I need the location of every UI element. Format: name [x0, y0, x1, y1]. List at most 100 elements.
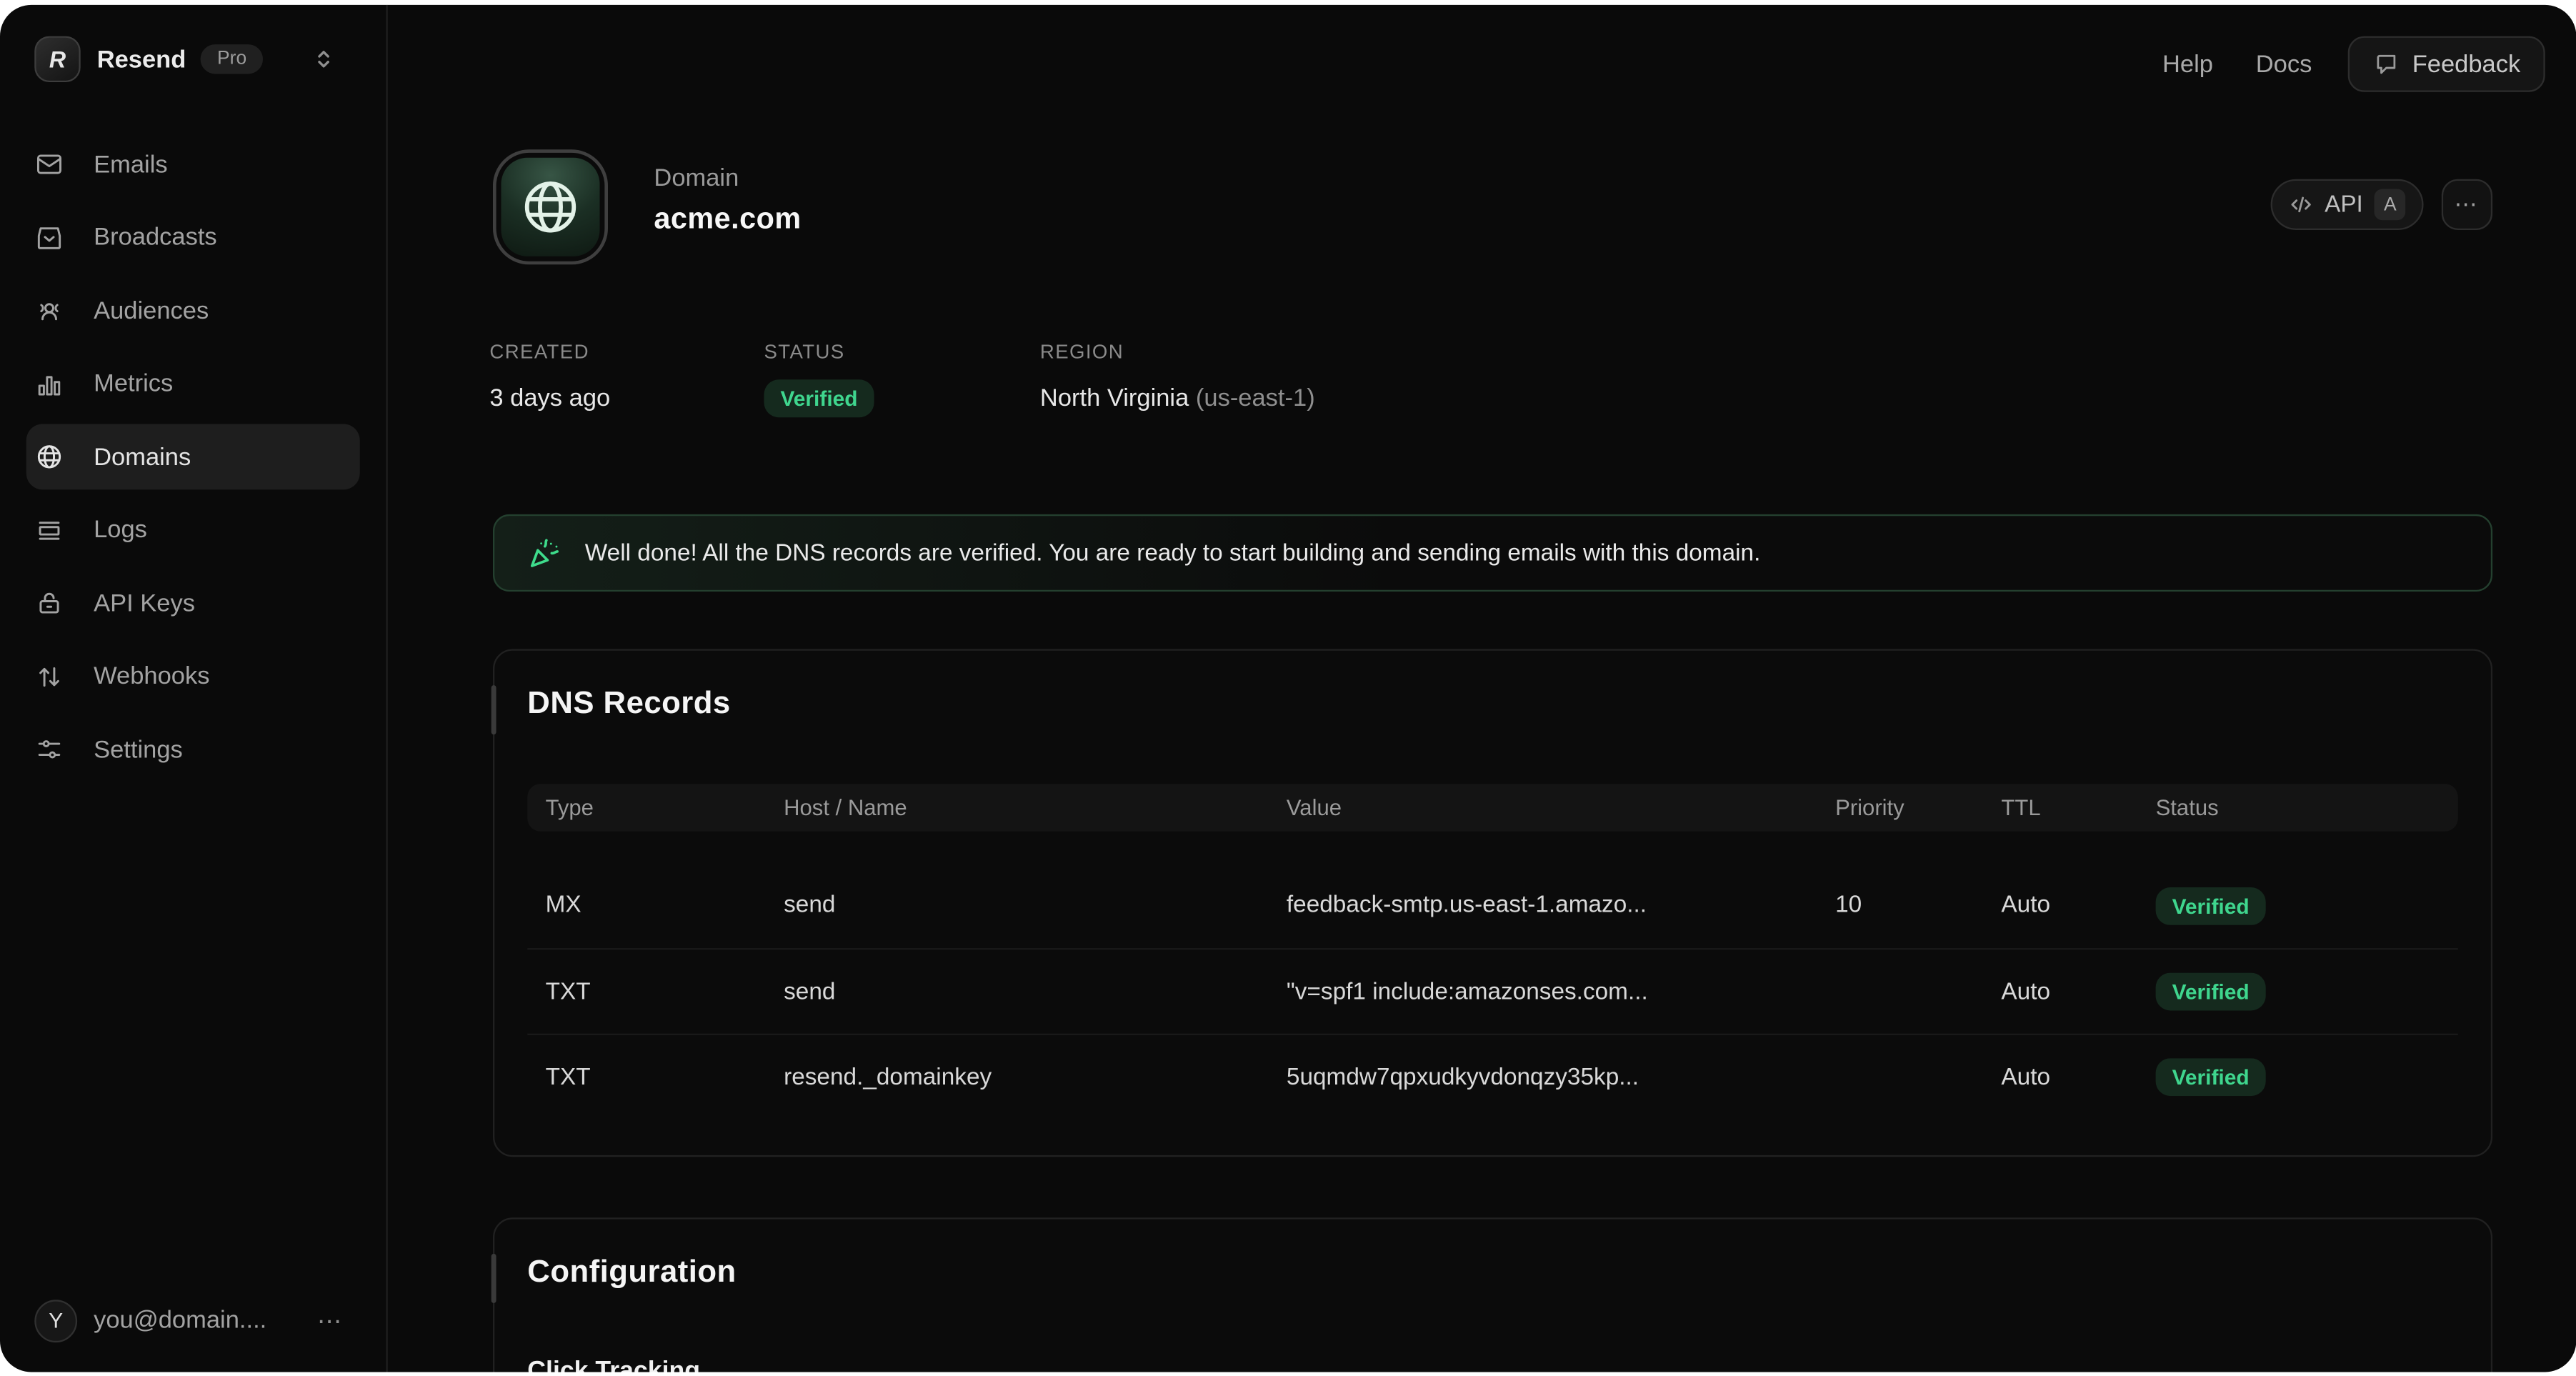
- status-badge: Verified: [2156, 1058, 2266, 1096]
- banner-message: Well done! All the DNS records are verif…: [585, 540, 1761, 567]
- domain-label: Domain: [654, 164, 739, 192]
- arrows-up-down-icon: [34, 662, 64, 691]
- region-code: (us-east-1): [1196, 384, 1315, 412]
- broadcast-inbox-icon: [34, 223, 64, 252]
- verification-success-banner: Well done! All the DNS records are verif…: [493, 514, 2492, 592]
- sidebar-nav: Emails Broadcasts Audiences Metrics Doma…: [26, 131, 360, 789]
- cell-type: TXT: [527, 979, 765, 1005]
- created-label: CREATED: [489, 340, 589, 363]
- bar-chart-icon: [34, 369, 64, 398]
- column-header-value: Value: [1269, 795, 1817, 820]
- api-button[interactable]: API A: [2271, 179, 2424, 230]
- table-row[interactable]: TXT send "v=spf1 include:amazonses.com..…: [527, 948, 2458, 1034]
- configuration-title: Configuration: [527, 1255, 736, 1292]
- cell-status: Verified: [2137, 973, 2458, 1011]
- cell-status: Verified: [2137, 887, 2458, 924]
- sidebar-item-label: Audiences: [94, 296, 209, 324]
- cell-host: send: [766, 979, 1269, 1005]
- table-header-row: Type Host / Name Value Priority TTL Stat…: [527, 784, 2458, 832]
- chevron-up-down-icon[interactable]: [311, 46, 337, 72]
- more-options-button[interactable]: ⋯: [2442, 179, 2492, 230]
- column-header-priority: Priority: [1817, 795, 1983, 820]
- column-header-status: Status: [2137, 795, 2458, 820]
- stage: R Resend Pro Emails Broadcasts A: [0, 0, 2576, 1376]
- configuration-card: Configuration Click Tracking: [493, 1217, 2492, 1372]
- sidebar-item-label: Webhooks: [94, 662, 209, 690]
- globe-icon: [519, 176, 581, 238]
- sidebar-item-label: API Keys: [94, 589, 195, 617]
- region-value: North Virginia (us-east-1): [1040, 384, 1315, 412]
- sidebar-item-broadcasts[interactable]: Broadcasts: [26, 204, 360, 270]
- cell-ttl: Auto: [1983, 979, 2137, 1005]
- mail-icon: [34, 149, 64, 179]
- status-badge: Verified: [764, 379, 874, 417]
- help-link[interactable]: Help: [2162, 50, 2213, 78]
- globe-icon: [34, 442, 64, 472]
- sliders-icon: [34, 734, 64, 764]
- user-account-row[interactable]: Y you@domain.... ⋯: [34, 1298, 359, 1342]
- brand-name: Resend: [97, 45, 186, 73]
- sidebar-item-label: Metrics: [94, 370, 173, 398]
- sidebar-item-emails[interactable]: Emails: [26, 131, 360, 197]
- workspace-switcher[interactable]: R Resend Pro: [34, 34, 363, 84]
- lock-icon: [34, 588, 64, 617]
- section-accent-bar: [491, 685, 496, 734]
- status-label: STATUS: [764, 340, 845, 363]
- plan-badge: Pro: [201, 44, 263, 74]
- ellipsis-icon: ⋯: [2455, 191, 2480, 219]
- status-badge: Verified: [2156, 887, 2266, 924]
- cell-host: resend._domainkey: [766, 1064, 1269, 1090]
- cell-host: send: [766, 892, 1269, 919]
- region-label: REGION: [1040, 340, 1124, 363]
- status-badge: Verified: [2156, 973, 2266, 1011]
- sidebar-item-label: Broadcasts: [94, 224, 217, 251]
- sidebar-item-audiences[interactable]: Audiences: [26, 278, 360, 344]
- users-icon: [34, 296, 64, 325]
- confetti-icon: [527, 536, 561, 570]
- cell-value: 5uqmdw7qpxudkyvdonqzy35kp...: [1269, 1064, 1817, 1090]
- docs-link[interactable]: Docs: [2256, 50, 2312, 78]
- column-header-ttl: TTL: [1983, 795, 2137, 820]
- feedback-button[interactable]: Feedback: [2348, 36, 2545, 92]
- column-header-type: Type: [527, 795, 765, 820]
- sidebar-item-settings[interactable]: Settings: [26, 717, 360, 782]
- sidebar-item-label: Domains: [94, 443, 191, 471]
- top-header: Help Docs Feedback: [2120, 36, 2545, 92]
- sidebar-item-webhooks[interactable]: Webhooks: [26, 643, 360, 709]
- sidebar-item-label: Logs: [94, 516, 147, 544]
- section-accent-bar: [491, 1254, 496, 1303]
- sidebar-item-label: Settings: [94, 735, 183, 763]
- column-header-host: Host / Name: [766, 795, 1269, 820]
- table-body: MX send feedback-smtp.us-east-1.amazo...…: [527, 832, 2458, 1120]
- app-window: R Resend Pro Emails Broadcasts A: [0, 5, 2576, 1372]
- domain-avatar-tile: [493, 149, 608, 264]
- dns-records-card: DNS Records Type Host / Name Value Prior…: [493, 649, 2492, 1157]
- click-tracking-label: Click Tracking: [527, 1357, 700, 1372]
- ellipsis-icon[interactable]: ⋯: [317, 1305, 344, 1335]
- cell-value: feedback-smtp.us-east-1.amazo...: [1269, 892, 1817, 919]
- cell-priority: 10: [1817, 892, 1983, 919]
- table-row[interactable]: MX send feedback-smtp.us-east-1.amazo...…: [527, 863, 2458, 949]
- keyboard-shortcut-badge: A: [2375, 189, 2406, 221]
- cell-value: "v=spf1 include:amazonses.com...: [1269, 979, 1817, 1005]
- dns-records-title: DNS Records: [527, 687, 730, 723]
- cell-type: MX: [527, 892, 765, 919]
- sidebar-item-metrics[interactable]: Metrics: [26, 351, 360, 417]
- table-row[interactable]: TXT resend._domainkey 5uqmdw7qpxudkyvdon…: [527, 1034, 2458, 1120]
- rows-icon: [34, 515, 64, 544]
- sidebar-item-domains[interactable]: Domains: [26, 424, 360, 489]
- cell-ttl: Auto: [1983, 892, 2137, 919]
- cell-status: Verified: [2137, 1058, 2458, 1096]
- region-name: North Virginia: [1040, 384, 1189, 412]
- cell-ttl: Auto: [1983, 1064, 2137, 1090]
- sidebar-item-logs[interactable]: Logs: [26, 497, 360, 563]
- user-email: you@domain....: [94, 1307, 266, 1335]
- created-value: 3 days ago: [489, 384, 610, 412]
- sidebar-item-label: Emails: [94, 150, 168, 178]
- sidebar: R Resend Pro Emails Broadcasts A: [0, 5, 388, 1372]
- api-button-label: API: [2325, 191, 2363, 218]
- avatar: Y: [34, 1299, 77, 1342]
- sidebar-item-api-keys[interactable]: API Keys: [26, 570, 360, 636]
- page-title-domain-name: acme.com: [654, 202, 801, 236]
- feedback-label: Feedback: [2412, 50, 2521, 78]
